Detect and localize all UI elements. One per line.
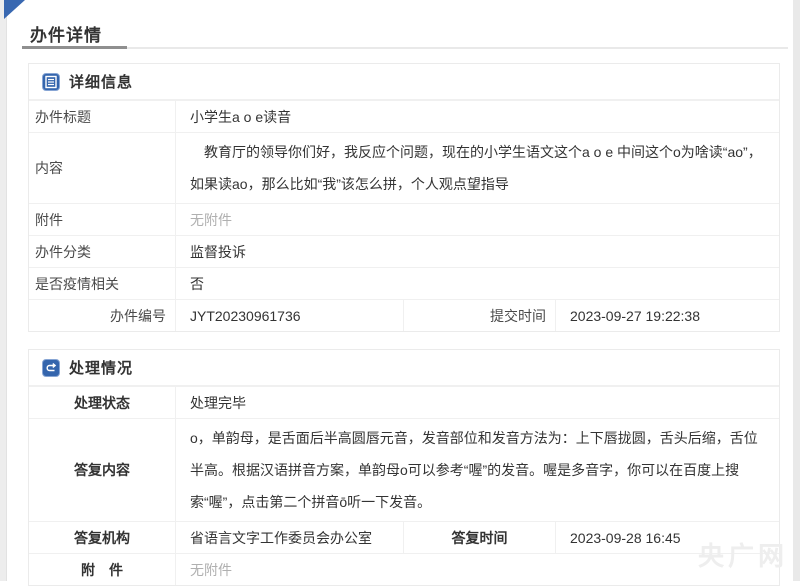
epidemic-related-value: 否 (176, 268, 779, 299)
case-content-label: 内容 (29, 133, 176, 203)
table-row: 答复内容 o，单韵母，是舌面后半高圆唇元音，发音部位和发音方法为：上下唇拢圆，舌… (29, 418, 779, 521)
page-right-edge (793, 0, 800, 581)
process-status-label: 处理状态 (29, 387, 176, 418)
reply-agency-label: 答复机构 (29, 522, 176, 553)
process-panel-title: 处理情况 (69, 357, 133, 378)
reply-time-label: 答复时间 (404, 522, 556, 553)
table-row: 办件分类 监督投诉 (29, 235, 779, 267)
epidemic-related-label: 是否疫情相关 (29, 268, 176, 299)
page-title: 办件详情 (30, 21, 102, 46)
process-status-panel: 处理情况 处理状态 处理完毕 答复内容 o，单韵母，是舌面后半高圆唇元音，发音部… (28, 349, 780, 586)
table-row: 附 件 无附件 (29, 553, 779, 585)
reply-attachment-label: 附 件 (29, 554, 176, 585)
detail-panel-title: 详细信息 (69, 71, 133, 92)
reply-document-icon (42, 359, 60, 377)
case-content-value: 教育厅的领导你们好，我反应个问题，现在的小学生语文这个a o e 中间这个o为啥… (176, 133, 779, 203)
submit-time-value: 2023-09-27 19:22:38 (556, 300, 779, 331)
case-attachment-label: 附件 (29, 204, 176, 235)
table-row: 办件标题 小学生a o e读音 (29, 100, 779, 132)
reply-agency-value: 省语言文字工作委员会办公室 (176, 522, 404, 553)
page-left-edge (0, 0, 7, 581)
case-number-value: JYT20230961736 (176, 300, 404, 331)
reply-content-label: 答复内容 (29, 419, 176, 521)
title-underline-active-segment (22, 46, 127, 49)
submit-time-label: 提交时间 (404, 300, 556, 331)
case-category-label: 办件分类 (29, 236, 176, 267)
case-attachment-value: 无附件 (176, 204, 779, 235)
table-row: 附件 无附件 (29, 203, 779, 235)
document-list-icon (42, 73, 60, 91)
title-underline (22, 47, 788, 49)
table-row: 处理状态 处理完毕 (29, 386, 779, 418)
table-row: 内容 教育厅的领导你们好，我反应个问题，现在的小学生语文这个a o e 中间这个… (29, 132, 779, 203)
reply-content-value: o，单韵母，是舌面后半高圆唇元音，发音部位和发音方法为：上下唇拢圆，舌头后缩，舌… (176, 419, 779, 521)
table-row: 答复机构 省语言文字工作委员会办公室 答复时间 2023-09-28 16:45 (29, 521, 779, 553)
table-row: 是否疫情相关 否 (29, 267, 779, 299)
reply-attachment-value: 无附件 (176, 554, 779, 585)
case-category-value: 监督投诉 (176, 236, 779, 267)
detail-info-panel: 详细信息 办件标题 小学生a o e读音 内容 教育厅的领导你们好，我反应个问题… (28, 63, 780, 332)
cnr-watermark: 央广网 (698, 536, 788, 573)
process-panel-header: 处理情况 (29, 350, 779, 386)
case-number-label: 办件编号 (29, 300, 176, 331)
case-title-value: 小学生a o e读音 (176, 101, 779, 132)
table-row: 办件编号 JYT20230961736 提交时间 2023-09-27 19:2… (29, 299, 779, 331)
process-status-value: 处理完毕 (176, 387, 779, 418)
detail-panel-header: 详细信息 (29, 64, 779, 100)
case-title-label: 办件标题 (29, 101, 176, 132)
corner-fold-decoration (4, 0, 25, 19)
